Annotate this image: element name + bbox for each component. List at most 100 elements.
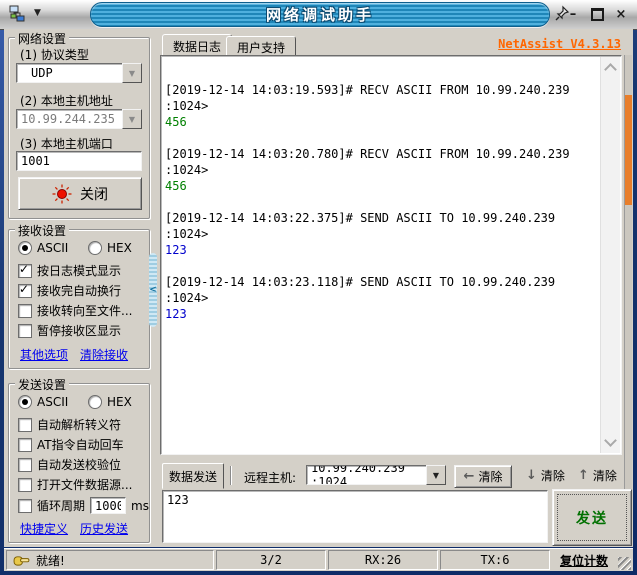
send-data-input[interactable]: 123 [162, 490, 548, 543]
status-bar: 就绪! 3/2 RX:26 TX:6 复位计数 [4, 548, 633, 571]
checkbox[interactable] [18, 457, 32, 472]
clear-receive-link[interactable]: 清除接收 [80, 346, 128, 363]
rx-counter-value: RX:26 [364, 553, 402, 567]
log-entry: [2019-12-14 14:03:23.118]# SEND ASCII TO… [165, 274, 599, 322]
host-port-label: (3) 本地主机端口 [20, 137, 113, 151]
button-label: 清除 [540, 469, 565, 483]
checkbox[interactable] [18, 417, 32, 432]
protocol-label: (1) 协议类型 [20, 48, 89, 62]
log-header: [2019-12-14 14:03:19.593]# RECV ASCII FR… [165, 83, 570, 113]
receive-log: [2019-12-14 14:03:19.593]# RECV ASCII FR… [165, 82, 599, 450]
app-icon[interactable] [8, 5, 26, 23]
side-scroll-strip[interactable] [624, 55, 632, 546]
history-send-link[interactable]: 历史发送 [80, 520, 128, 537]
title-bar[interactable]: ▼ 网络调试助手 – × [0, 0, 637, 30]
chevron-left-icon: < [149, 285, 157, 295]
send-hex-radio[interactable]: HEX [88, 395, 132, 409]
chevron-down-icon[interactable]: ▼ [122, 63, 142, 83]
disconnect-button[interactable]: 关闭 [18, 177, 142, 210]
send-option-cycle[interactable]: 循环周期 ms [18, 497, 149, 514]
status-ready-panel: 就绪! [6, 550, 214, 570]
send-option-checksum[interactable]: 自动发送校验位 [18, 456, 121, 473]
status-ready-text: 就绪! [36, 553, 65, 568]
protocol-select[interactable]: UDP ▼ [16, 63, 142, 83]
connection-status-icon [52, 184, 72, 203]
host-address-select[interactable]: 10.99.244.235 ▼ [16, 109, 142, 129]
send-ascii-radio[interactable]: ASCII [18, 395, 68, 409]
checkbox[interactable] [18, 282, 32, 298]
log-scrollbar[interactable] [600, 57, 620, 453]
quick-define-link[interactable]: 快捷定义 [20, 520, 68, 537]
checkbox[interactable] [18, 437, 32, 452]
checkbox[interactable] [18, 262, 32, 278]
chevron-down-icon[interactable]: ▼ [426, 465, 446, 485]
tab-data-send[interactable]: 数据发送 [162, 463, 224, 489]
receive-log-box[interactable]: [2019-12-14 14:03:19.593]# RECV ASCII FR… [160, 55, 622, 455]
group-title: 发送设置 [15, 376, 70, 393]
sidebar-collapse-handle[interactable]: < [149, 253, 157, 327]
status-rx-counter: RX:26 [327, 550, 438, 570]
recv-option-log-mode[interactable]: 按日志模式显示 [18, 262, 121, 279]
group-title: 网络设置 [15, 30, 70, 47]
radio-label: HEX [107, 241, 132, 255]
reset-count-button[interactable]: 复位计数 [552, 552, 616, 569]
checkbox[interactable] [18, 303, 32, 318]
checkbox-label: 暂停接收区显示 [37, 324, 122, 338]
send-option-file-source[interactable]: 打开文件数据源... [18, 476, 132, 493]
checkbox[interactable] [18, 323, 32, 338]
packet-counter-value: 3/2 [260, 553, 282, 567]
radio-label: ASCII [37, 395, 69, 409]
other-options-link[interactable]: 其他选项 [20, 346, 68, 363]
client-area: 网络设置 (1) 协议类型 UDP ▼ (2) 本地主机地址 10.99.244… [4, 29, 633, 547]
send-option-escape[interactable]: 自动解析转义符 [18, 416, 121, 433]
log-header: [2019-12-14 14:03:23.118]# SEND ASCII TO… [165, 275, 556, 305]
clear-send-button[interactable]: ← 清除 [454, 465, 512, 488]
scroll-up-icon[interactable] [604, 63, 617, 76]
maximize-button[interactable] [589, 6, 605, 22]
host-port-input[interactable] [16, 151, 142, 171]
clear-receive-area-button[interactable]: ↓ 清除 [526, 467, 565, 484]
cycle-unit-label: ms [131, 498, 149, 513]
radio[interactable] [88, 241, 102, 255]
log-entry: [2019-12-14 14:03:20.780]# RECV ASCII FR… [165, 146, 599, 194]
recv-option-to-file[interactable]: 接收转向至文件... [18, 302, 132, 319]
radio-label: HEX [107, 395, 132, 409]
log-header: [2019-12-14 14:03:22.375]# SEND ASCII TO… [165, 211, 556, 241]
radio[interactable] [18, 241, 32, 255]
version-link[interactable]: NetAssist V4.3.13 [498, 37, 621, 51]
checkbox-label: 自动发送校验位 [37, 458, 122, 472]
checkbox-label: 接收转向至文件... [37, 304, 133, 318]
send-button-label: 发送 [576, 510, 608, 527]
log-entry: [2019-12-14 14:03:22.375]# SEND ASCII TO… [165, 210, 599, 258]
radio[interactable] [18, 395, 32, 409]
log-header: [2019-12-14 14:03:20.780]# RECV ASCII FR… [165, 147, 570, 177]
send-option-at-enter[interactable]: AT指令自动回车 [18, 436, 124, 453]
arrow-down-icon: ↓ [526, 468, 537, 483]
minimize-button[interactable]: – [565, 6, 581, 22]
cycle-period-input[interactable] [90, 497, 127, 514]
remote-host-select[interactable]: 10.99.240.239 :1024 ▼ [306, 465, 446, 485]
log-body: 456 [165, 115, 187, 129]
log-entry: [2019-12-14 14:03:19.593]# RECV ASCII FR… [165, 82, 599, 130]
remote-host-value: 10.99.240.239 :1024 [306, 465, 426, 485]
checkbox[interactable] [18, 498, 32, 513]
close-window-button[interactable]: × [613, 6, 629, 22]
send-button[interactable]: 发送 [552, 489, 632, 546]
resize-grip[interactable] [618, 557, 631, 570]
checkbox-label: AT指令自动回车 [37, 438, 124, 452]
recv-option-pause-display[interactable]: 暂停接收区显示 [18, 322, 121, 339]
log-body: 123 [165, 243, 187, 257]
scroll-thumb[interactable] [625, 95, 632, 205]
checkbox[interactable] [18, 477, 32, 492]
chevron-down-icon[interactable]: ▼ [34, 8, 41, 18]
button-label: 清除 [478, 470, 503, 484]
recv-hex-radio[interactable]: HEX [88, 241, 132, 255]
tab-label: 数据日志 [173, 39, 222, 54]
recv-option-auto-newline[interactable]: 接收完自动换行 [18, 282, 121, 299]
chevron-down-icon[interactable]: ▼ [122, 109, 142, 129]
title-pill: 网络调试助手 [90, 2, 550, 27]
recv-ascii-radio[interactable]: ASCII [18, 241, 68, 255]
clear-send-area-button[interactable]: ↑ 清除 [578, 467, 617, 484]
scroll-down-icon[interactable] [604, 434, 617, 447]
radio[interactable] [88, 395, 102, 409]
